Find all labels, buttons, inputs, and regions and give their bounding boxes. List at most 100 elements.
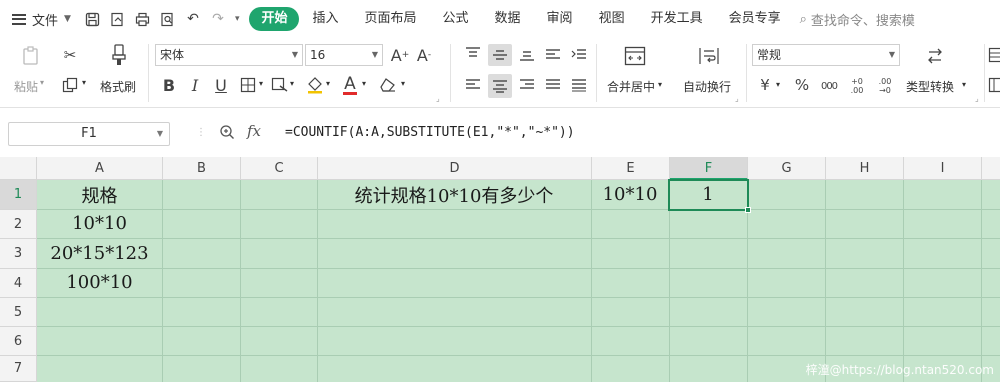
- increase-font-size-icon[interactable]: A +: [390, 44, 410, 66]
- insert-function-button[interactable]: fx: [247, 122, 261, 140]
- underline-icon[interactable]: U: [212, 74, 230, 96]
- thousands-separator-icon[interactable]: 000: [818, 76, 840, 96]
- align-left-icon[interactable]: [462, 74, 484, 96]
- format-painter-label[interactable]: 格式刷: [100, 78, 136, 95]
- name-box[interactable]: F1 ▼: [8, 122, 170, 146]
- row-header-1[interactable]: 1: [0, 180, 37, 210]
- font-color-dropdown-icon[interactable]: ▾: [362, 79, 366, 88]
- merge-center-icon[interactable]: [622, 44, 648, 68]
- font-size-select[interactable]: 16 ▼: [305, 44, 383, 66]
- distributed-align-icon[interactable]: [568, 74, 590, 96]
- wrap-text-icon[interactable]: [696, 44, 722, 68]
- font-dialog-launcher-icon[interactable]: ⌟: [436, 94, 440, 103]
- column-header-j[interactable]: [982, 157, 1000, 180]
- fill-color-dropdown-icon[interactable]: ▾: [326, 79, 330, 88]
- row-header-7[interactable]: 7: [0, 356, 37, 382]
- indent-icon[interactable]: [568, 44, 590, 64]
- number-format-select[interactable]: 常规 ▼: [752, 44, 900, 66]
- row-header-3[interactable]: 3: [0, 239, 37, 269]
- format-painter-icon[interactable]: [108, 42, 130, 68]
- copy-icon[interactable]: [60, 75, 80, 95]
- print-preview-icon[interactable]: [160, 11, 176, 27]
- decrease-decimal-icon[interactable]: .00 →0: [874, 74, 896, 98]
- decrease-font-size-icon[interactable]: A-: [414, 44, 434, 66]
- conditional-format-icon[interactable]: [988, 76, 1000, 94]
- paste-dropdown-icon[interactable]: ▾: [40, 78, 44, 87]
- cell-a4[interactable]: 100*10: [37, 268, 162, 297]
- cell-style-icon[interactable]: [270, 74, 290, 96]
- cell-a1[interactable]: 规格: [37, 180, 162, 209]
- merge-dropdown-icon[interactable]: ▾: [658, 80, 662, 89]
- borders-icon[interactable]: [238, 74, 258, 96]
- fill-handle[interactable]: [745, 207, 751, 213]
- column-header-c[interactable]: C: [241, 157, 318, 180]
- italic-icon[interactable]: I: [186, 74, 204, 96]
- copy-dropdown-icon[interactable]: ▾: [82, 78, 86, 87]
- tab-page-layout[interactable]: 页面布局: [352, 7, 430, 31]
- tab-home[interactable]: 开始: [249, 7, 300, 31]
- paste-icon[interactable]: [20, 45, 42, 67]
- font-color-icon[interactable]: A: [340, 72, 360, 96]
- cell-area[interactable]: 规格 10*10 20*15*123 100*10 统计规格10*10有多少个 …: [37, 179, 1000, 382]
- type-convert-dropdown-icon[interactable]: ▾: [962, 80, 966, 89]
- currency-icon[interactable]: ¥: [756, 74, 774, 96]
- align-bottom-icon[interactable]: [516, 44, 538, 64]
- tab-insert[interactable]: 插入: [299, 7, 351, 31]
- tab-formulas[interactable]: 公式: [430, 7, 482, 31]
- number-dialog-launcher-icon[interactable]: ⌟: [975, 94, 979, 103]
- column-header-h[interactable]: H: [826, 157, 904, 180]
- align-top-icon[interactable]: [462, 44, 484, 64]
- tab-view[interactable]: 视图: [586, 7, 638, 31]
- redo-icon[interactable]: ↷: [210, 11, 226, 27]
- clear-format-icon[interactable]: [377, 74, 399, 96]
- align-middle-icon[interactable]: [488, 44, 512, 66]
- file-menu[interactable]: 文件 ▼: [12, 10, 71, 29]
- alignment-dialog-launcher-icon[interactable]: ⌟: [735, 94, 739, 103]
- cell-style-dropdown-icon[interactable]: ▾: [290, 79, 294, 88]
- tab-review[interactable]: 审阅: [534, 7, 586, 31]
- wrap-text-label[interactable]: 自动换行: [683, 78, 731, 95]
- table-style-icon[interactable]: [988, 46, 1000, 64]
- column-header-g[interactable]: G: [748, 157, 826, 180]
- increase-decimal-icon[interactable]: +0 .00: [846, 74, 868, 98]
- print-icon[interactable]: [135, 11, 151, 27]
- tab-member[interactable]: 会员专享: [716, 7, 794, 31]
- cell-e1[interactable]: 10*10: [591, 180, 669, 209]
- column-header-a[interactable]: A: [37, 157, 163, 180]
- cell-a3[interactable]: 20*15*123: [37, 238, 162, 268]
- column-header-e[interactable]: E: [592, 157, 670, 180]
- undo-icon[interactable]: ↶: [185, 11, 201, 27]
- formula-input[interactable]: =COUNTIF(A:A,SUBSTITUTE(E1,"*","~*")): [285, 125, 575, 140]
- row-header-6[interactable]: 6: [0, 327, 37, 356]
- align-right-icon[interactable]: [516, 74, 538, 96]
- row-header-5[interactable]: 5: [0, 298, 37, 327]
- clear-format-dropdown-icon[interactable]: ▾: [401, 79, 405, 88]
- font-name-select[interactable]: 宋体 ▼: [155, 44, 303, 66]
- column-header-f[interactable]: F: [670, 157, 748, 180]
- save-icon[interactable]: [85, 11, 101, 27]
- cell-a2[interactable]: 10*10: [37, 209, 162, 238]
- quick-access-more-icon[interactable]: ▾: [235, 14, 240, 24]
- bold-icon[interactable]: B: [160, 74, 178, 96]
- percent-icon[interactable]: %: [792, 74, 812, 96]
- currency-dropdown-icon[interactable]: ▾: [776, 80, 780, 89]
- fill-color-icon[interactable]: [304, 74, 326, 96]
- column-header-b[interactable]: B: [163, 157, 241, 180]
- row-header-4[interactable]: 4: [0, 269, 37, 298]
- export-pdf-icon[interactable]: [110, 11, 126, 27]
- command-search[interactable]: ⌕ 查找命令、搜索模: [800, 10, 915, 29]
- zoom-search-icon[interactable]: [219, 124, 235, 144]
- merge-center-label[interactable]: 合并居中: [607, 78, 655, 95]
- row-header-2[interactable]: 2: [0, 210, 37, 239]
- tab-data[interactable]: 数据: [482, 7, 534, 31]
- cut-icon[interactable]: ✂: [60, 45, 80, 65]
- cell-d1[interactable]: 统计规格10*10有多少个: [317, 180, 591, 209]
- align-center-icon[interactable]: [488, 74, 512, 98]
- column-header-d[interactable]: D: [318, 157, 592, 180]
- borders-dropdown-icon[interactable]: ▾: [259, 79, 263, 88]
- type-convert-icon[interactable]: [922, 44, 948, 68]
- paste-label[interactable]: 粘贴: [14, 78, 38, 95]
- orientation-icon[interactable]: [542, 44, 564, 64]
- justify-icon[interactable]: [542, 74, 564, 96]
- tab-developer[interactable]: 开发工具: [638, 7, 716, 31]
